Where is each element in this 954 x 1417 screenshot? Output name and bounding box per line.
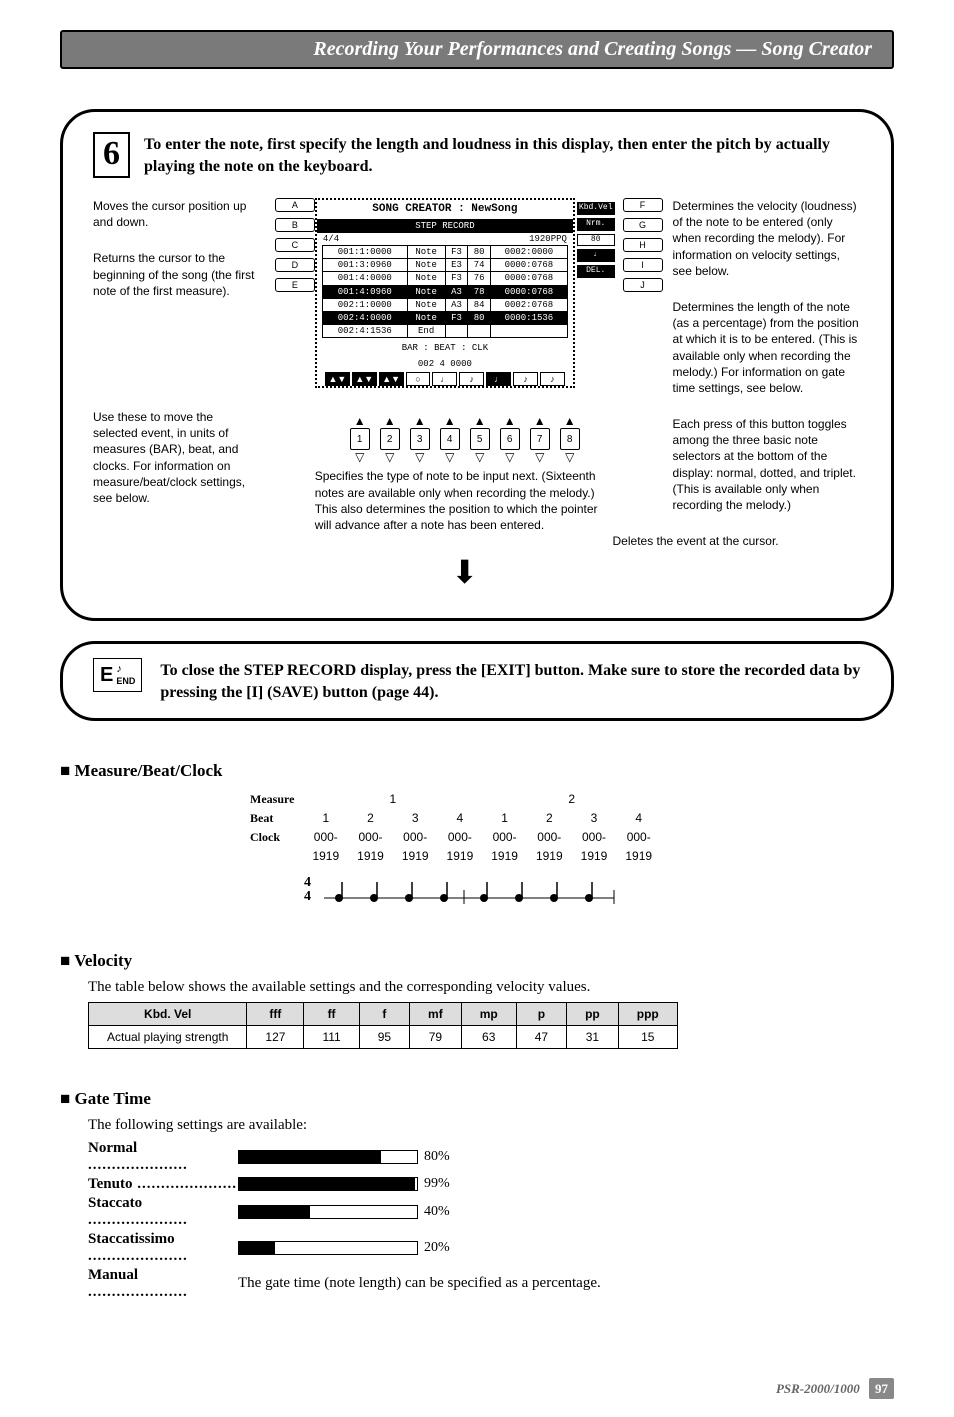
screen-vel-value: 80 [577,234,615,247]
page-number: 97 [869,1378,894,1399]
end-text: To close the STEP RECORD display, press … [160,658,861,703]
side-button-D[interactable]: D [275,258,315,272]
event-table: 001:1:0000NoteF3800002:0000 001:3:0960No… [322,245,568,338]
side-buttons-right: F G H I J [623,198,663,292]
page-header: Recording Your Performances and Creating… [60,30,894,69]
side-button-H[interactable]: H [623,238,663,252]
screen-note-icon: ♩ [577,249,615,262]
screen-kbdvel: Kbd.Vel [577,202,615,215]
down-arrow-icon: ⬇ [267,551,663,594]
panel-button-1[interactable]: 1 [350,428,370,450]
screen-nrm: Nrm. [577,218,615,231]
step-instruction: To enter the note, first specify the len… [144,132,861,177]
section-velocity: Velocity The table below shows the avail… [60,951,894,1049]
gate-row-manual: Manual The gate time (note length) can b… [88,1267,894,1301]
callout-delete: Deletes the event at the cursor. [613,533,861,549]
panel-button-5[interactable]: 5 [470,428,490,450]
panel-button-3[interactable]: 3 [410,428,430,450]
callout-velocity: Determines the velocity (loudness) of th… [673,198,861,279]
bar-beat-clock-label: BAR : BEAT : CLK [317,340,573,356]
step-number: 6 [93,132,130,178]
model-label: PSR-2000/1000 [776,1381,860,1396]
side-button-C[interactable]: C [275,238,315,252]
svg-text:4: 4 [304,889,311,904]
screen-tab: STEP RECORD [317,219,573,233]
section-measure-beat-clock: Measure/Beat/Clock Measure12 Beat 1234 1… [60,761,894,911]
panel-button-6[interactable]: 6 [500,428,520,450]
panel-buttons-row: ▲1▽ ▲2▽ ▲3▽ ▲4▽ ▲5▽ ▲6▽ ▲7▽ ▲8▽ [267,416,663,462]
gate-row-staccato: Staccato 40% [88,1195,894,1229]
side-button-E[interactable]: E [275,278,315,292]
callout-cursor-home: Returns the cursor to the beginning of t… [93,250,257,299]
end-icon: E♪END [93,658,142,692]
side-button-A[interactable]: A [275,198,315,212]
side-button-F[interactable]: F [623,198,663,212]
side-buttons-left: A B C D E [275,198,315,292]
mbc-table: Measure12 Beat 1234 1234 Clock 000-000-0… [240,789,662,866]
gate-row-tenuto: Tenuto 99% [88,1176,894,1193]
panel-button-4[interactable]: 4 [440,428,460,450]
side-button-B[interactable]: B [275,218,315,232]
panel-button-8[interactable]: 8 [560,428,580,450]
panel-button-2[interactable]: 2 [380,428,400,450]
mbc-heading: Measure/Beat/Clock [60,761,894,781]
gate-row-staccatissimo: Staccatissimo 20% [88,1231,894,1265]
side-button-G[interactable]: G [623,218,663,232]
bar-beat-clock-values: 002 4 0000 [317,356,573,372]
panel-button-7[interactable]: 7 [530,428,550,450]
note-type-buttons: ▲▼ ▲▼ ▲▼ ○ ♩ ♪ ♩ ♪ ♪ [325,372,565,386]
velocity-heading: Velocity [60,951,894,971]
callout-bar-beat-clock-buttons: Use these to move the selected event, in… [93,409,257,506]
section-gate-time: Gate Time The following settings are ava… [60,1089,894,1301]
gate-row-normal: Normal 80% [88,1140,894,1174]
down-arrow-icon: ▽ [355,452,364,462]
callout-gate-length: Determines the length of the note (as a … [673,299,861,396]
up-arrow-icon: ▲ [354,416,366,426]
callout-note-type: Specifies the type of note to be input n… [315,468,615,533]
gate-list: Normal 80% Tenuto 99% Staccato 40% Stacc… [88,1140,894,1301]
side-button-I[interactable]: I [623,258,663,272]
gate-caption: The following settings are available: [88,1117,894,1134]
svg-text:4: 4 [304,875,311,890]
callout-note-toggle: Each press of this button toggles among … [673,416,861,513]
screen-title: SONG CREATOR : NewSong [317,200,573,219]
gate-heading: Gate Time [60,1089,894,1109]
side-button-J[interactable]: J [623,278,663,292]
step-6-panel: 6 To enter the note, first specify the l… [60,109,894,621]
page-footer: PSR-2000/1000 97 [60,1381,894,1397]
velocity-caption: The table below shows the available sett… [88,979,894,996]
end-panel: E♪END To close the STEP RECORD display, … [60,641,894,720]
step-record-screen: SONG CREATOR : NewSong STEP RECORD 4/419… [315,198,575,388]
screen-del: DEL. [577,265,615,278]
mbc-staff: 4 4 [304,870,894,911]
velocity-table: Kbd. Vel ffffffmf mppppppp Actual playin… [88,1002,678,1049]
callout-cursor-move: Moves the cursor position up and down. [93,198,257,230]
